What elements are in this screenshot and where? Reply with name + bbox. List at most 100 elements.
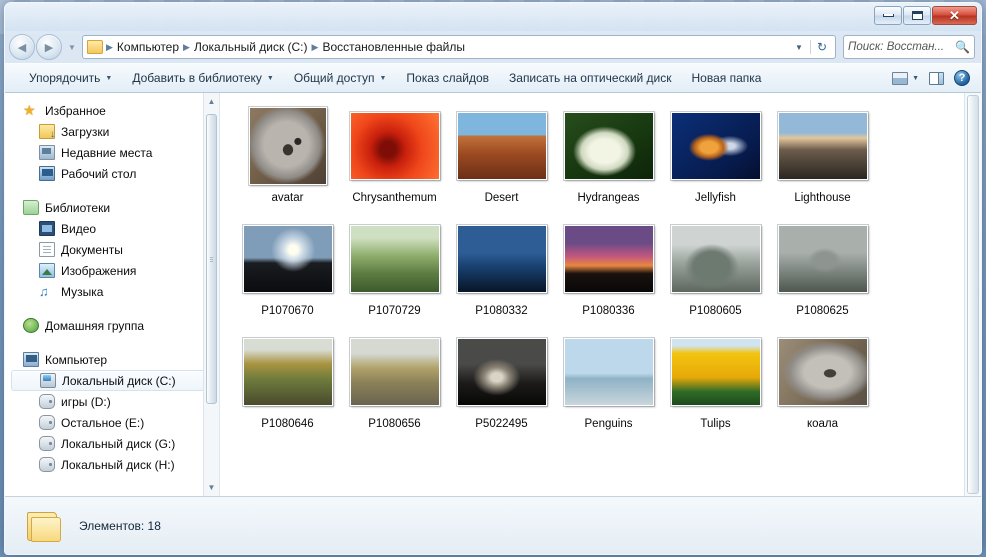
file-thumbnail-wrapper (348, 220, 441, 298)
file-thumbnail[interactable] (776, 111, 869, 181)
history-dropdown-button[interactable]: ▼ (66, 43, 78, 52)
toolbar-organize-button[interactable]: Упорядочить ▼ (19, 68, 122, 88)
breadcrumb-item-drive[interactable]: Локальный диск (C:) (191, 40, 311, 54)
sidebar-item-computer[interactable]: Компьютер (5, 349, 219, 370)
toolbar-burn-button[interactable]: Записать на оптический диск (499, 68, 682, 88)
sidebar-label: Локальный диск (G:) (61, 436, 176, 451)
maximize-button[interactable] (903, 6, 931, 25)
file-name-label: Penguins (584, 418, 633, 430)
sidebar-item-downloads[interactable]: Загрузки (5, 121, 219, 142)
sidebar-item-recent-places[interactable]: Недавние места (5, 142, 219, 163)
file-tile[interactable]: P1080646 (234, 333, 341, 430)
search-box[interactable]: Поиск: Восстан... 🔍 (843, 35, 975, 59)
sidebar-item-drive-h[interactable]: Локальный диск (H:) (5, 454, 219, 475)
file-thumbnail[interactable] (247, 106, 328, 186)
file-thumbnail[interactable] (455, 224, 548, 294)
help-button[interactable]: ? (949, 68, 975, 88)
file-tile[interactable]: Jellyfish (662, 107, 769, 204)
sidebar-scrollbar[interactable]: ▲ ▼ (203, 93, 219, 496)
toolbar-new-folder-button[interactable]: Новая папка (682, 68, 772, 88)
file-thumbnail-wrapper (455, 220, 548, 298)
file-pane-scroll-thumb[interactable] (967, 95, 979, 494)
toolbar-slideshow-button[interactable]: Показ слайдов (396, 68, 499, 88)
computer-icon (23, 352, 39, 367)
file-tile[interactable]: P1080656 (341, 333, 448, 430)
chevron-down-icon: ▼ (266, 74, 274, 82)
sidebar-label: Загрузки (61, 124, 110, 139)
file-thumbnail[interactable] (348, 224, 441, 294)
sidebar-item-music[interactable]: ♫ Музыка (5, 281, 219, 302)
view-mode-button[interactable]: ▼ (887, 70, 924, 87)
toolbar-share-button[interactable]: Общий доступ ▼ (284, 68, 397, 88)
command-toolbar: Упорядочить ▼ Добавить в библиотеку ▼ Об… (5, 63, 981, 93)
file-pane-scrollbar[interactable] (964, 93, 981, 496)
toolbar-add-to-library-button[interactable]: Добавить в библиотеку ▼ (122, 68, 283, 88)
file-thumbnail[interactable] (562, 111, 655, 181)
sidebar-item-pictures[interactable]: Изображения (5, 260, 219, 281)
toolbar-add-to-library-label: Добавить в библиотеку (132, 71, 262, 85)
sidebar-item-libraries[interactable]: Библиотеки (5, 197, 219, 218)
preview-pane-button[interactable] (924, 70, 949, 87)
file-thumbnail[interactable] (562, 224, 655, 294)
file-tile[interactable]: Hydrangeas (555, 107, 662, 204)
sidebar-item-documents[interactable]: Документы (5, 239, 219, 260)
minimize-button[interactable] (874, 6, 902, 25)
file-tile[interactable]: Penguins (555, 333, 662, 430)
scroll-up-icon[interactable]: ▲ (204, 93, 219, 110)
file-thumbnail[interactable] (241, 337, 334, 407)
forward-button[interactable]: ▶ (36, 34, 62, 60)
file-thumbnail-wrapper (455, 107, 548, 185)
file-thumbnail[interactable] (348, 111, 441, 181)
file-thumbnail[interactable] (562, 337, 655, 407)
file-thumbnail[interactable] (348, 337, 441, 407)
file-tile[interactable]: P1080336 (555, 220, 662, 317)
folder-icon (87, 40, 103, 54)
sidebar-scroll-track[interactable] (204, 110, 219, 479)
file-tile[interactable]: Chrysanthemum (341, 107, 448, 204)
address-bar[interactable]: ▶ Компьютер ▶ Локальный диск (C:) ▶ Восс… (82, 35, 836, 59)
sidebar-item-drive-d[interactable]: игры (D:) (5, 391, 219, 412)
sidebar-label: Остальное (E:) (61, 415, 145, 430)
toolbar-organize-label: Упорядочить (29, 71, 101, 85)
homegroup-icon (23, 318, 39, 333)
file-thumbnail[interactable] (776, 224, 869, 294)
file-tile[interactable]: avatar (234, 106, 341, 204)
chevron-down-icon[interactable]: ▼ (788, 43, 810, 52)
file-thumbnail[interactable] (455, 337, 548, 407)
file-tile[interactable]: P1080605 (662, 220, 769, 317)
file-tile[interactable]: коала (769, 333, 876, 430)
sidebar-item-homegroup[interactable]: Домашняя группа (5, 315, 219, 336)
file-thumbnail[interactable] (241, 224, 334, 294)
file-tile[interactable]: P1080332 (448, 220, 555, 317)
recent-places-icon (39, 145, 55, 160)
file-tile[interactable]: Lighthouse (769, 107, 876, 204)
file-thumbnail[interactable] (669, 224, 762, 294)
breadcrumb-item-folder[interactable]: Восстановленные файлы (319, 40, 468, 54)
sidebar-item-video[interactable]: Видео (5, 218, 219, 239)
refresh-icon[interactable]: ↻ (809, 40, 833, 54)
sidebar-scroll-thumb[interactable] (206, 114, 217, 404)
file-thumbnail[interactable] (669, 111, 762, 181)
file-list-pane[interactable]: avatar Chrysanthemum Desert Hydrangeas Jelly… (220, 93, 981, 496)
file-tile[interactable]: P1070670 (234, 220, 341, 317)
sidebar-item-drive-e[interactable]: Остальное (E:) (5, 412, 219, 433)
close-button[interactable]: ✕ (932, 6, 977, 25)
file-tile[interactable]: Tulips (662, 333, 769, 430)
sidebar-item-drive-g[interactable]: Локальный диск (G:) (5, 433, 219, 454)
file-tile[interactable]: Desert (448, 107, 555, 204)
file-name-label: P1070729 (368, 305, 421, 317)
scroll-down-icon[interactable]: ▼ (204, 479, 219, 496)
file-tile[interactable]: P1080625 (769, 220, 876, 317)
search-input[interactable]: Поиск: Восстан... (848, 41, 955, 53)
file-thumbnail[interactable] (669, 337, 762, 407)
sidebar-item-desktop[interactable]: Рабочий стол (5, 163, 219, 184)
file-tile[interactable]: P5022495 (448, 333, 555, 430)
file-thumbnail[interactable] (776, 337, 869, 407)
sidebar-item-favorites[interactable]: ★ Избранное (5, 100, 219, 121)
breadcrumb-item-computer[interactable]: Компьютер (114, 40, 182, 54)
file-thumbnail[interactable] (455, 111, 548, 181)
preview-pane-icon (929, 71, 944, 85)
file-tile[interactable]: P1070729 (341, 220, 448, 317)
back-button[interactable]: ◀ (9, 34, 35, 60)
sidebar-item-local-disk-c[interactable]: Локальный диск (C:) (11, 370, 213, 391)
